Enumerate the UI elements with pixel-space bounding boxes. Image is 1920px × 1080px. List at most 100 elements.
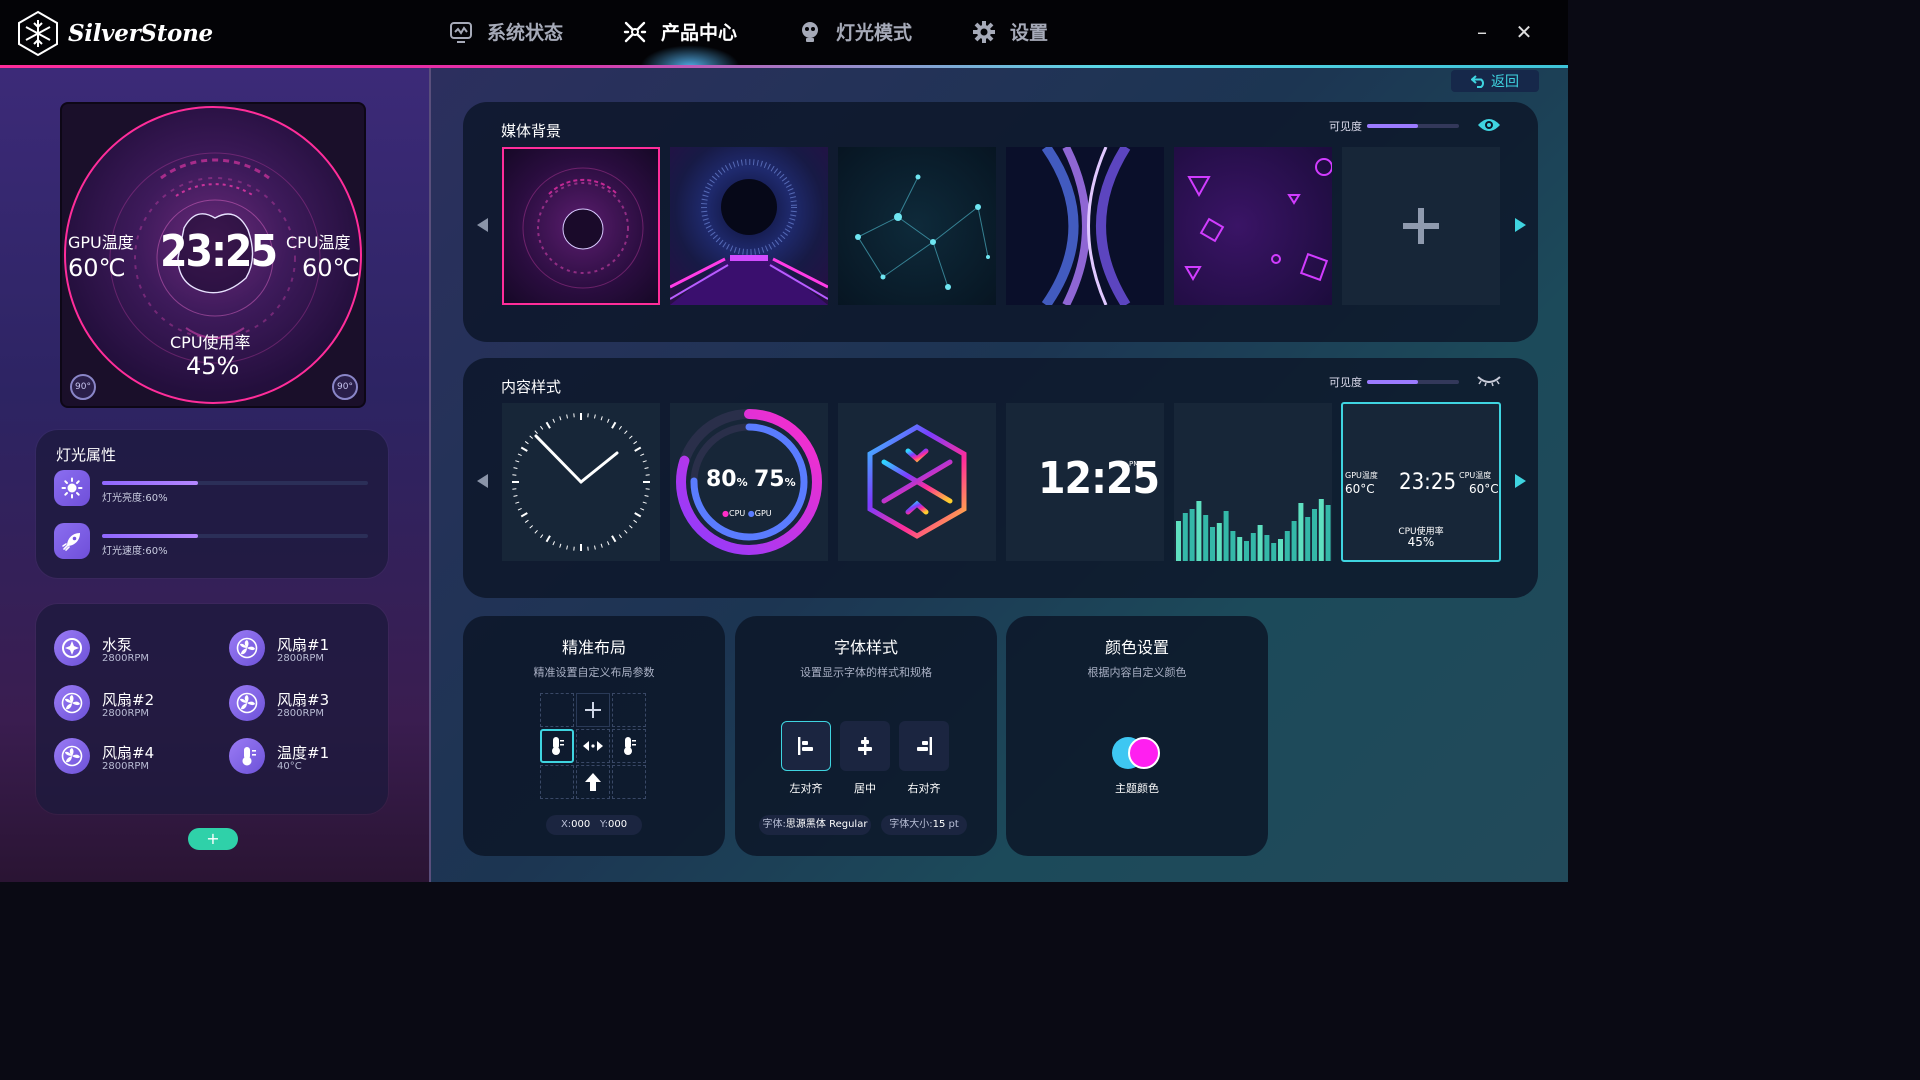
brightness-slider[interactable] <box>102 481 368 485</box>
back-button[interactable]: 返回 <box>1451 70 1539 92</box>
align-left-button[interactable] <box>781 721 831 771</box>
media-next-arrow[interactable] <box>1515 218 1526 232</box>
align-center-button[interactable] <box>840 721 890 771</box>
media-thumb-light-wave[interactable] <box>1006 147 1164 305</box>
grid-move-up[interactable] <box>576 765 610 799</box>
theme-color-label: 主题颜色 <box>1115 782 1159 795</box>
mini-gpu-label: GPU温度 <box>1345 471 1378 480</box>
content-thumb-digital-clock[interactable]: 12:25 PM <box>1006 403 1164 561</box>
font-family-select[interactable]: 字体:思源黑体 Regular <box>759 815 871 835</box>
content-visibility-fill <box>1367 380 1418 384</box>
nav-tab-product-center[interactable]: 产品中心 <box>623 18 737 45</box>
device-name: 风扇#2 <box>102 691 155 709</box>
equalizer-bar <box>1223 511 1229 561</box>
font-size-select[interactable]: 字体大小:15 pt <box>881 815 967 835</box>
horizontal-move-icon <box>583 741 603 751</box>
clock-tick <box>540 425 544 430</box>
equalizer-bar <box>1298 503 1304 561</box>
media-thumb-add[interactable] <box>1342 147 1500 305</box>
align-left-icon <box>798 737 813 755</box>
content-visibility-slider[interactable] <box>1367 380 1459 384</box>
clock-tick <box>545 421 551 429</box>
clock-tick <box>633 441 638 445</box>
align-right-label: 右对齐 <box>907 782 941 795</box>
content-thumb-analog-clock[interactable] <box>502 403 660 561</box>
close-button[interactable]: ✕ <box>1512 20 1536 44</box>
network-graphic <box>855 174 990 290</box>
coordinates-readout: X:000 Y:000 <box>546 815 642 835</box>
thermometer-icon <box>624 737 636 755</box>
nav-tab-settings[interactable]: 设置 <box>972 18 1048 45</box>
nav-tab-light-mode[interactable]: 灯光模式 <box>798 18 912 45</box>
grid-cell[interactable] <box>612 765 646 799</box>
mini-gpu-value: 60°C <box>1345 482 1375 496</box>
speed-slider[interactable] <box>102 534 368 538</box>
brightness-icon <box>54 470 90 506</box>
device-name: 温度#1 <box>277 744 330 762</box>
content-thumb-sensor-layout[interactable]: GPU温度 60°C 23:25 CPU温度 60°C CPU使用率 45% <box>1341 402 1501 562</box>
media-thumb-network[interactable] <box>838 147 996 305</box>
precise-layout-card: 精准布局 精准设置自定义布局参数 X:000 Y:000 <box>463 616 725 856</box>
rotate-right-button[interactable]: 90° <box>332 374 358 400</box>
clock-tick <box>600 543 603 548</box>
preview-cpu-value: 60℃ <box>302 254 360 282</box>
media-thumb-geometry[interactable] <box>1174 147 1332 305</box>
content-prev-arrow[interactable] <box>477 474 488 488</box>
media-prev-arrow[interactable] <box>477 218 488 232</box>
layout-title: 精准布局 <box>561 638 626 657</box>
equalizer-bar <box>1244 541 1249 561</box>
grid-cell[interactable] <box>612 693 646 727</box>
align-center-icon <box>858 737 872 755</box>
equalizer-bar <box>1284 531 1290 561</box>
clock-tick <box>517 507 522 511</box>
equalizer-bar <box>1203 515 1209 561</box>
clock-tick <box>644 495 649 497</box>
equalizer-bar <box>1305 517 1311 561</box>
digital-clock-time: 12:25 <box>1038 453 1160 504</box>
gauge-legend: ●CPU ●GPU <box>722 509 772 518</box>
grid-cell-temp[interactable] <box>612 729 646 763</box>
clock-tick <box>534 430 538 435</box>
add-device-button[interactable]: + <box>188 828 238 850</box>
eye-closed-icon[interactable] <box>1477 374 1501 388</box>
hex-snowflake-logo <box>867 424 967 539</box>
content-next-arrow[interactable] <box>1515 474 1526 488</box>
content-title: 内容样式 <box>501 378 562 396</box>
gauge-cpu-value: 80% <box>706 467 748 492</box>
rotate-left-button[interactable]: 90° <box>70 374 96 400</box>
theme-color-secondary <box>1128 737 1160 769</box>
grid-add-button[interactable] <box>576 693 610 727</box>
device-name: 风扇#3 <box>277 691 330 709</box>
clock-tick <box>552 541 556 546</box>
clock-tick <box>517 453 522 457</box>
align-right-button[interactable] <box>899 721 949 771</box>
clock-tick <box>513 467 518 469</box>
media-visibility-slider[interactable] <box>1367 124 1459 128</box>
speed-slider-fill <box>102 534 198 538</box>
clock-tick <box>515 501 520 504</box>
device-value: 40°C <box>277 761 302 772</box>
equalizer-graphic <box>1176 499 1331 561</box>
speed-icon <box>54 523 90 559</box>
content-thumb-equalizer[interactable] <box>1174 403 1332 561</box>
nav-tab-system-status[interactable]: 系统状态 <box>449 18 563 45</box>
content-thumb-logo[interactable] <box>838 403 996 561</box>
clock-tick <box>600 416 603 421</box>
clock-tick <box>611 535 617 543</box>
grid-cell[interactable] <box>540 693 574 727</box>
active-tab-glow <box>640 45 740 67</box>
equalizer-bar <box>1189 509 1195 561</box>
geometry-graphic <box>1184 158 1332 282</box>
grid-cell-temp-selected[interactable] <box>540 729 574 763</box>
media-thumb-galaxy-road[interactable] <box>670 147 828 305</box>
minimize-button[interactable]: – <box>1470 20 1494 44</box>
clock-tick <box>566 545 568 550</box>
content-thumb-gauge[interactable]: 80% 75% ●CPU ●GPU <box>670 403 828 561</box>
device-value: 2800RPM <box>102 653 150 664</box>
grid-move-horizontal[interactable] <box>576 729 610 763</box>
equalizer-bar <box>1312 509 1317 561</box>
grid-cell[interactable] <box>540 765 574 799</box>
eye-icon[interactable] <box>1477 117 1501 133</box>
mini-cpu-label: CPU温度 <box>1459 471 1492 480</box>
media-thumb-tunnel[interactable] <box>502 147 660 305</box>
